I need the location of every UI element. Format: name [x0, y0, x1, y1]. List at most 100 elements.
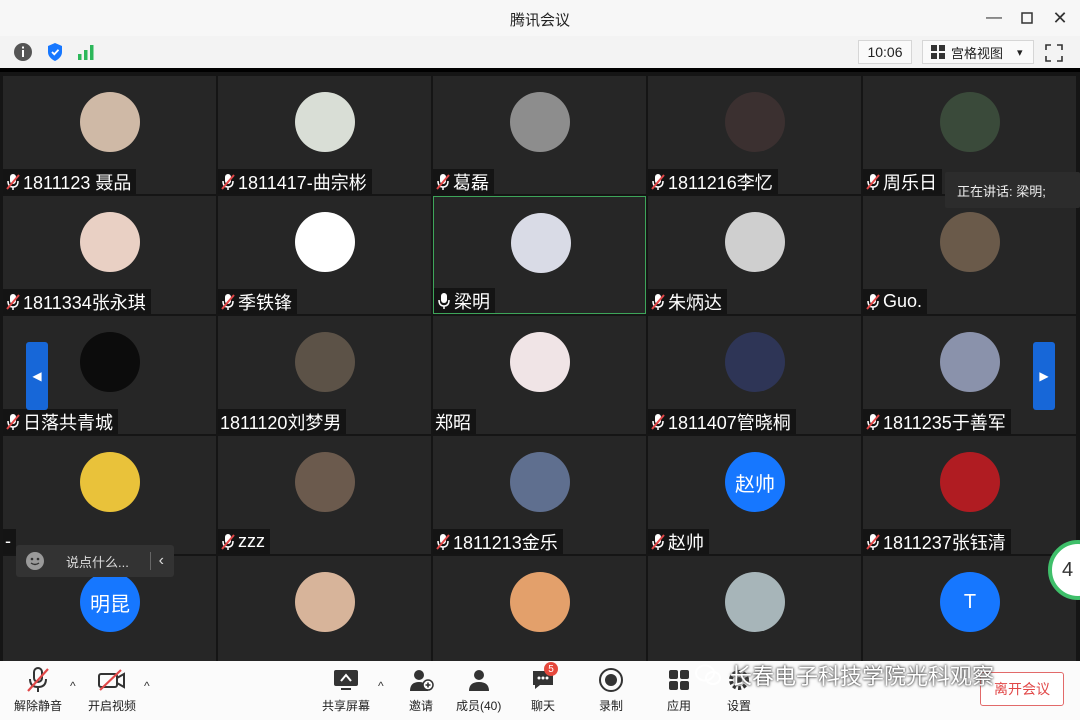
mic-muted-icon	[6, 293, 20, 310]
participant-tile[interactable]: 1811334张永琪	[3, 196, 216, 314]
participant-namebar: 季铁锋	[218, 289, 297, 314]
mic-muted-icon	[6, 413, 20, 430]
apps-label: 应用	[666, 699, 691, 713]
avatar	[940, 452, 1000, 512]
participant-tile[interactable]: 1811417-曲宗彬	[218, 76, 431, 194]
participant-tile[interactable]	[648, 556, 861, 661]
window-title: 腾讯会议	[509, 12, 570, 29]
participant-name: 日落共青城	[23, 412, 113, 433]
participant-tile[interactable]	[433, 556, 646, 661]
camera-off-icon	[95, 665, 129, 695]
participant-tile[interactable]: 赵帅 赵帅	[648, 436, 861, 554]
quick-chat-bar[interactable]: 说点什么... ‹	[16, 545, 174, 577]
apps-button[interactable]: 应用	[662, 665, 696, 714]
start-video-label: 开启视频	[88, 699, 137, 713]
avatar	[295, 92, 355, 152]
participant-tile[interactable]: T	[863, 556, 1076, 661]
shield-icon[interactable]	[44, 41, 66, 63]
participant-tile[interactable]: 1811213金乐	[433, 436, 646, 554]
participant-tile[interactable]: 1811216李忆	[648, 76, 861, 194]
participant-tile[interactable]: 1811407管晓桐	[648, 316, 861, 434]
mic-muted-icon	[221, 293, 235, 310]
fullscreen-icon[interactable]	[1044, 43, 1064, 63]
record-button[interactable]: 录制	[594, 665, 628, 714]
mic-muted-icon	[6, 173, 20, 190]
avatar: 赵帅	[725, 452, 785, 512]
participant-tile[interactable]: 葛磊	[433, 76, 646, 194]
signal-icon[interactable]	[75, 41, 97, 63]
participant-namebar: 1811237张钰清	[863, 529, 1011, 554]
status-row: 10:06 宫格视图 ▾	[0, 36, 1080, 68]
members-button[interactable]: 成员(40)	[456, 665, 501, 714]
participant-namebar: 1811213金乐	[433, 529, 563, 554]
view-switcher[interactable]: 宫格视图 ▾	[922, 40, 1034, 64]
chat-input-placeholder[interactable]: 说点什么...	[66, 552, 129, 571]
view-switcher-label: 宫格视图	[951, 45, 1004, 61]
start-video-button[interactable]: 开启视频	[88, 665, 136, 714]
participant-tile[interactable]: 朱炳达	[648, 196, 861, 314]
avatar	[510, 332, 570, 392]
participant-namebar: Guo.	[863, 289, 928, 314]
minimize-button[interactable]: —	[980, 6, 1008, 30]
avatar: T	[940, 572, 1000, 632]
participant-namebar: 1811334张永琪	[3, 289, 151, 314]
participant-tile[interactable]: 郑昭	[433, 316, 646, 434]
mic-muted-icon	[21, 665, 55, 695]
participant-tile[interactable]: 梁明	[433, 196, 646, 314]
unmute-label: 解除静音	[14, 699, 63, 713]
avatar	[725, 332, 785, 392]
participant-name: -	[5, 531, 11, 551]
avatar-initials: 赵帅	[735, 473, 775, 496]
speaking-indicator: 正在讲话: 梁明;	[945, 172, 1080, 208]
avatar	[80, 212, 140, 272]
avatar: 明昆	[80, 572, 140, 632]
chat-unread-badge: 5	[544, 662, 558, 676]
info-icon[interactable]	[12, 41, 34, 63]
participant-namebar: 郑昭	[433, 409, 476, 434]
members-label: 成员(40)	[456, 699, 502, 713]
avatar	[295, 212, 355, 272]
share-screen-button[interactable]: 共享屏幕	[322, 665, 370, 714]
participant-namebar: 1811123 聂品	[3, 169, 137, 194]
maximize-button[interactable]	[1013, 6, 1041, 30]
participant-namebar: 1811407管晓桐	[648, 409, 796, 434]
participant-namebar: 1811216李忆	[648, 169, 778, 194]
participant-name: zzz	[238, 531, 265, 551]
mic-muted-icon	[866, 293, 880, 310]
close-button[interactable]: ✕	[1046, 6, 1074, 30]
avatar	[295, 332, 355, 392]
add-user-icon	[404, 665, 438, 695]
participant-tile[interactable]: Guo.	[863, 196, 1076, 314]
participant-name: 1811213金乐	[453, 532, 558, 553]
prev-page-button[interactable]: ◀	[26, 342, 48, 410]
collapse-chat-icon[interactable]: ‹	[159, 552, 164, 570]
share-screen-label: 共享屏幕	[322, 699, 371, 713]
next-page-button[interactable]: ▶	[1033, 342, 1055, 410]
participant-tile[interactable]: zzz	[218, 436, 431, 554]
participant-tile[interactable]	[218, 556, 431, 661]
unmute-button[interactable]: 解除静音	[14, 665, 62, 714]
participant-name: 赵帅	[668, 532, 704, 553]
emoji-icon[interactable]	[24, 550, 46, 572]
audio-options-caret[interactable]: ^	[70, 679, 76, 693]
participant-namebar: 周乐日	[863, 169, 942, 194]
avatar	[510, 572, 570, 632]
participant-name: Guo.	[883, 291, 923, 311]
avatar	[295, 452, 355, 512]
mic-muted-icon	[651, 293, 665, 310]
participant-namebar: 赵帅	[648, 529, 709, 554]
participant-name: 1811235于善军	[883, 412, 1006, 433]
invite-button[interactable]: 邀请	[404, 665, 438, 714]
participant-tile[interactable]: -	[3, 436, 216, 554]
participant-tile[interactable]: 1811123 聂品	[3, 76, 216, 194]
participant-tile[interactable]: 1811237张钰清	[863, 436, 1076, 554]
video-options-caret[interactable]: ^	[144, 679, 150, 693]
participant-tile[interactable]: 1811120刘梦男	[218, 316, 431, 434]
participant-tile[interactable]: 季铁锋	[218, 196, 431, 314]
share-options-caret[interactable]: ^	[378, 679, 384, 693]
chat-icon: 5	[526, 662, 560, 695]
avatar	[80, 332, 140, 392]
chat-button[interactable]: 5 聊天	[526, 662, 560, 714]
avatar-initials: T	[963, 590, 977, 613]
participant-namebar: 葛磊	[433, 169, 494, 194]
